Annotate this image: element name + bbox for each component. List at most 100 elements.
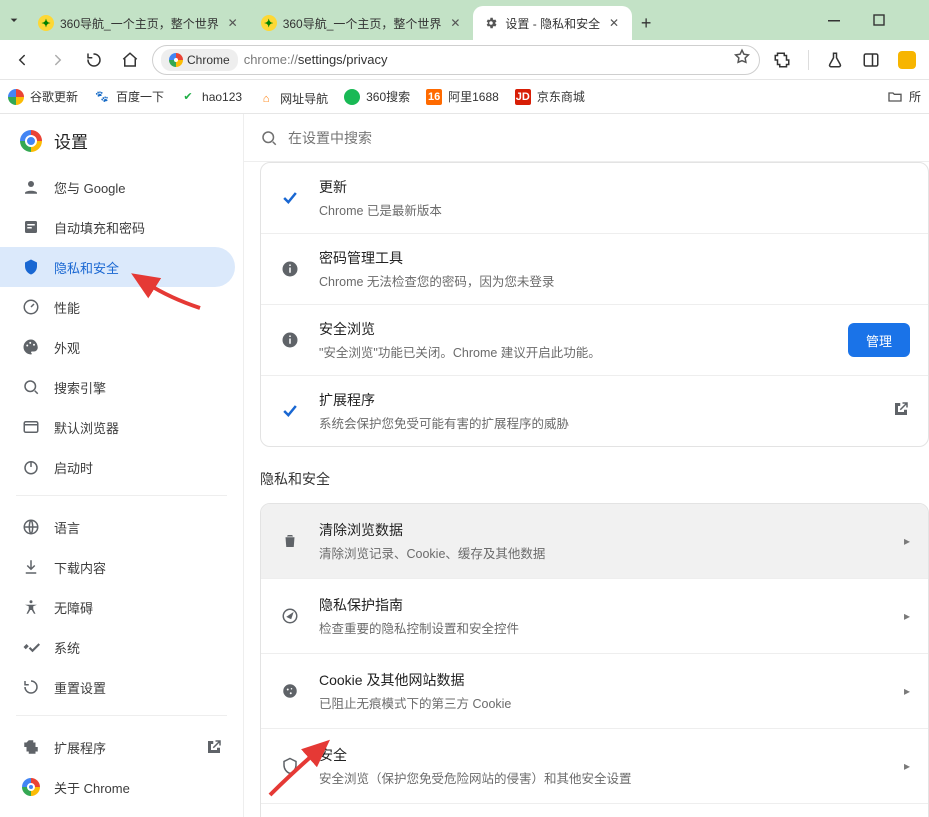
sidebar-item-label: 无障碍 bbox=[54, 598, 93, 617]
site-chip[interactable]: Chrome bbox=[161, 49, 238, 71]
bookmarks-bar: 谷歌更新 🐾百度一下 ✔hao123 ⌂网址导航 360搜索 16阿里1688 … bbox=[0, 80, 929, 114]
row-subtitle: Chrome 无法检查您的密码，因为您未登录 bbox=[319, 271, 910, 290]
favicon-360: ✦ bbox=[261, 15, 277, 31]
settings-search[interactable] bbox=[244, 114, 929, 162]
maximize-button[interactable] bbox=[857, 0, 901, 40]
all-bookmarks-folder[interactable]: 所 bbox=[887, 88, 921, 105]
close-tab-icon[interactable]: ✕ bbox=[225, 15, 241, 31]
back-button[interactable] bbox=[8, 46, 36, 74]
row-privacy-guide[interactable]: 隐私保护指南 检查重要的隐私控制设置和安全控件 ▸ bbox=[261, 578, 928, 653]
sidebar-item-downloads[interactable]: 下载内容 bbox=[0, 547, 235, 587]
row-title: 扩展程序 bbox=[319, 390, 874, 410]
settings-page: 设置 您与 Google 自动填充和密码 隐私和安全 性能 外观 bbox=[0, 114, 929, 817]
row-subtitle: 安全浏览（保护您免受危险网站的侵害）和其他安全设置 bbox=[319, 768, 886, 787]
sidebar-item-label: 外观 bbox=[54, 338, 80, 357]
check-row-update: 更新 Chrome 已是最新版本 bbox=[261, 163, 928, 233]
labs-icon[interactable] bbox=[821, 46, 849, 74]
chevron-right-icon: ▸ bbox=[904, 684, 910, 698]
jd-icon: JD bbox=[515, 89, 531, 105]
bookmark-jd[interactable]: JD京东商城 bbox=[515, 88, 585, 105]
row-cookies[interactable]: Cookie 及其他网站数据 已阻止无痕模式下的第三方 Cookie ▸ bbox=[261, 653, 928, 728]
chevron-right-icon: ▸ bbox=[904, 534, 910, 548]
bookmark-site-nav[interactable]: ⌂网址导航 bbox=[258, 86, 328, 107]
check-row-passwords: 密码管理工具 Chrome 无法检查您的密码，因为您未登录 bbox=[261, 233, 928, 304]
check-ok-icon bbox=[279, 188, 301, 208]
privacy-list: 清除浏览数据 清除浏览记录、Cookie、缓存及其他数据 ▸ 隐私保护指南 检查… bbox=[260, 503, 929, 817]
sidebar-item-label: 扩展程序 bbox=[54, 738, 106, 757]
sidebar-item-search-engine[interactable]: 搜索引擎 bbox=[0, 367, 235, 407]
bookmark-hao123[interactable]: ✔hao123 bbox=[180, 89, 242, 105]
sidebar-item-label: 语言 bbox=[54, 518, 80, 537]
safety-check-card: 更新 Chrome 已是最新版本 密码管理工具 Chrome 无法检查您的密码，… bbox=[260, 162, 929, 447]
search-icon bbox=[260, 129, 278, 147]
sidebar-item-reset[interactable]: 重置设置 bbox=[0, 667, 235, 707]
sidebar-item-appearance[interactable]: 外观 bbox=[0, 327, 235, 367]
sidebar-item-accessibility[interactable]: 无障碍 bbox=[0, 587, 235, 627]
tab-1[interactable]: ✦ 360导航_一个主页，整个世界 ✕ bbox=[251, 6, 474, 40]
chevron-right-icon: ▸ bbox=[904, 609, 910, 623]
tab-title: 设置 - 隐私和安全 bbox=[505, 15, 600, 32]
profile-ribbon[interactable] bbox=[893, 46, 921, 74]
new-tab-button[interactable]: + bbox=[632, 6, 660, 40]
chevron-right-icon: ▸ bbox=[904, 759, 910, 773]
check-row-extensions[interactable]: 扩展程序 系统会保护您免受可能有害的扩展程序的威胁 bbox=[261, 375, 928, 446]
tab-list-dropdown[interactable] bbox=[0, 0, 28, 40]
row-subtitle: 清除浏览记录、Cookie、缓存及其他数据 bbox=[319, 543, 886, 562]
sidebar-item-label: 系统 bbox=[54, 638, 80, 657]
chrome-logo-icon bbox=[22, 778, 40, 796]
favicon-360: ✦ bbox=[38, 15, 54, 31]
settings-search-input[interactable] bbox=[288, 130, 913, 146]
trash-icon bbox=[279, 532, 301, 550]
extensions-icon[interactable] bbox=[768, 46, 796, 74]
row-subtitle: "安全浏览"功能已关闭。Chrome 建议开启此功能。 bbox=[319, 342, 830, 361]
sidebar-item-privacy-security[interactable]: 隐私和安全 bbox=[0, 247, 235, 287]
google-icon bbox=[8, 89, 24, 105]
sidebar-item-on-startup[interactable]: 启动时 bbox=[0, 447, 235, 487]
sidebar-nav: 您与 Google 自动填充和密码 隐私和安全 性能 外观 搜索引擎 bbox=[0, 163, 243, 807]
row-subtitle: Chrome 已是最新版本 bbox=[319, 200, 910, 219]
tab-0[interactable]: ✦ 360导航_一个主页，整个世界 ✕ bbox=[28, 6, 251, 40]
sidebar-item-system[interactable]: 系统 bbox=[0, 627, 235, 667]
close-window-button[interactable] bbox=[901, 0, 929, 40]
bookmark-baidu[interactable]: 🐾百度一下 bbox=[94, 88, 164, 105]
address-bar[interactable]: Chrome chrome://settings/privacy bbox=[152, 45, 760, 75]
sidebar-item-you-and-google[interactable]: 您与 Google bbox=[0, 167, 235, 207]
sidebar-item-label: 您与 Google bbox=[54, 178, 126, 197]
settings-sidebar: 设置 您与 Google 自动填充和密码 隐私和安全 性能 外观 bbox=[0, 114, 244, 817]
compass-icon bbox=[279, 607, 301, 625]
sidepanel-icon[interactable] bbox=[857, 46, 885, 74]
tab-2-active[interactable]: 设置 - 隐私和安全 ✕ bbox=[473, 6, 632, 40]
info-icon bbox=[279, 331, 301, 349]
open-external-icon bbox=[892, 400, 910, 423]
settings-title: 设置 bbox=[54, 128, 88, 153]
sidebar-item-label: 默认浏览器 bbox=[54, 418, 119, 437]
minimize-button[interactable] bbox=[813, 0, 857, 40]
forward-button[interactable] bbox=[44, 46, 72, 74]
tab-title: 360导航_一个主页，整个世界 bbox=[60, 15, 219, 32]
close-tab-icon[interactable]: ✕ bbox=[447, 15, 463, 31]
row-title: Cookie 及其他网站数据 bbox=[319, 670, 886, 690]
close-tab-icon[interactable]: ✕ bbox=[606, 15, 622, 31]
sidebar-item-languages[interactable]: 语言 bbox=[0, 507, 235, 547]
bookmark-google-update[interactable]: 谷歌更新 bbox=[8, 88, 78, 105]
row-clear-browsing-data[interactable]: 清除浏览数据 清除浏览记录、Cookie、缓存及其他数据 ▸ bbox=[261, 504, 928, 578]
sidebar-item-label: 下载内容 bbox=[54, 558, 106, 577]
bookmark-star-icon[interactable] bbox=[733, 48, 751, 71]
sidebar-item-about[interactable]: 关于 Chrome bbox=[0, 767, 235, 807]
shield-icon bbox=[279, 757, 301, 775]
bookmark-1688[interactable]: 16阿里1688 bbox=[426, 88, 499, 105]
row-title: 安全 bbox=[319, 745, 886, 765]
row-site-settings[interactable]: 网站设置 控制网站可以使用和显示什么信息（如位置信息、摄像头、弹出式窗口及其他）… bbox=[261, 803, 928, 817]
bookmark-360search[interactable]: 360搜索 bbox=[344, 88, 410, 105]
sidebar-item-autofill[interactable]: 自动填充和密码 bbox=[0, 207, 235, 247]
reload-button[interactable] bbox=[80, 46, 108, 74]
row-security[interactable]: 安全 安全浏览（保护您免受危险网站的侵害）和其他安全设置 ▸ bbox=[261, 728, 928, 803]
hao123-icon: ✔ bbox=[180, 89, 196, 105]
sidebar-item-extensions[interactable]: 扩展程序 bbox=[0, 727, 235, 767]
divider bbox=[808, 50, 809, 70]
sidebar-item-performance[interactable]: 性能 bbox=[0, 287, 235, 327]
nav-icon: ⌂ bbox=[258, 91, 274, 107]
home-button[interactable] bbox=[116, 46, 144, 74]
manage-button[interactable]: 管理 bbox=[848, 323, 910, 357]
sidebar-item-default-browser[interactable]: 默认浏览器 bbox=[0, 407, 235, 447]
